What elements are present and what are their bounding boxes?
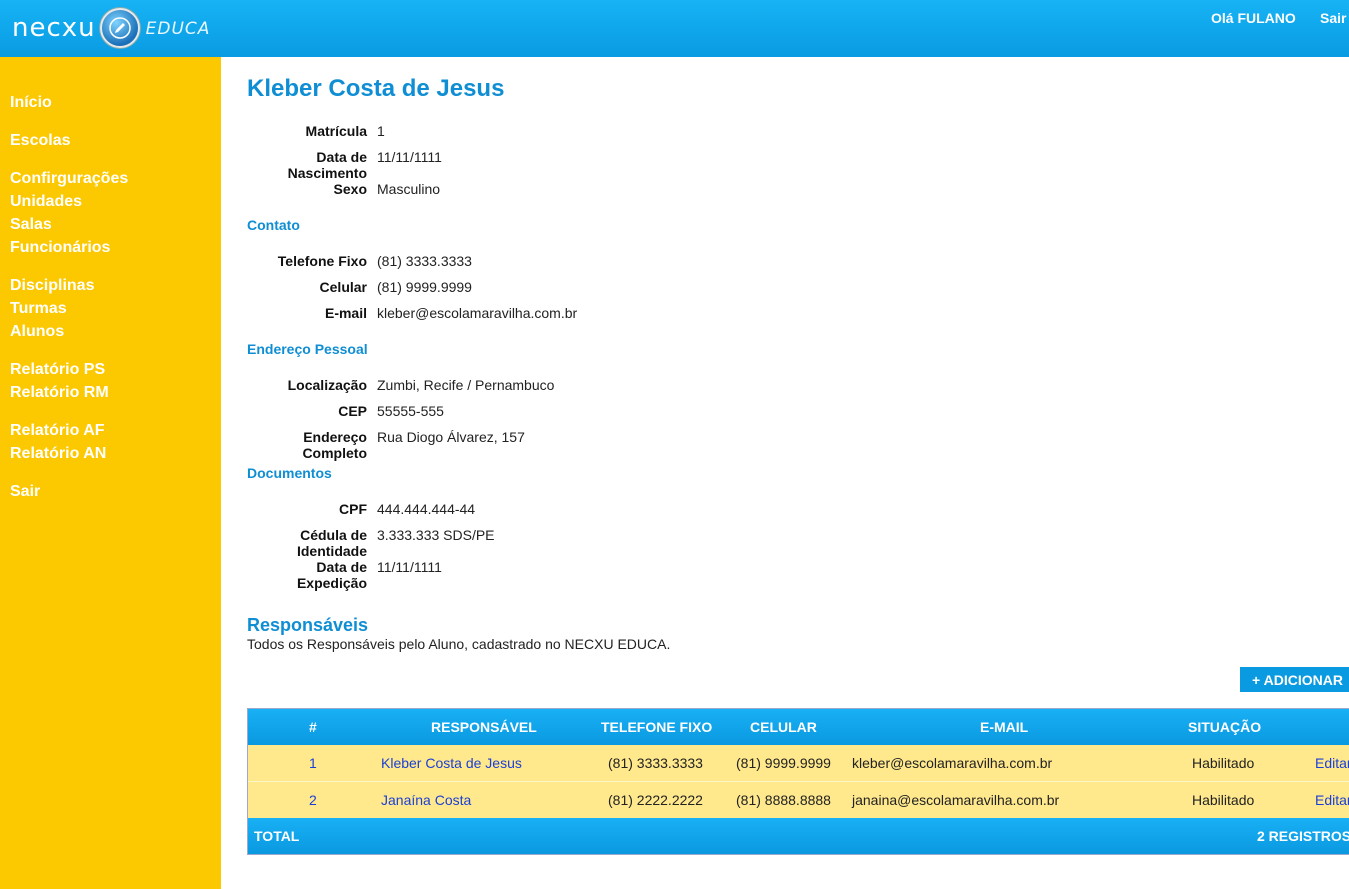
table-row: 1 Kleber Costa de Jesus (81) 3333.3333 (… bbox=[248, 745, 1349, 781]
sidebar-item-unidades[interactable]: Unidades bbox=[10, 193, 82, 211]
page-title: Kleber Costa de Jesus bbox=[247, 75, 505, 102]
field-label-telefone: Telefone Fixo bbox=[277, 253, 367, 269]
field-label-celular: Celular bbox=[319, 279, 367, 295]
top-header: necxu EDUCA Olá FULANO Sair bbox=[0, 0, 1349, 57]
field-label-data-nascimento: Data de Nascimento bbox=[287, 149, 367, 181]
column-header-email[interactable]: E-MAIL bbox=[980, 709, 1028, 745]
cell-telefone: (81) 2222.2222 bbox=[608, 792, 703, 808]
section-description: Todos os Responsáveis pelo Aluno, cadast… bbox=[247, 636, 671, 652]
responsaveis-table: # RESPONSÁVEL TELEFONE FIXO CELULAR E-MA… bbox=[247, 708, 1349, 855]
cell-celular: (81) 8888.8888 bbox=[736, 792, 831, 808]
sidebar: Início Escolas Confirgurações Unidades S… bbox=[0, 57, 221, 889]
column-header-situacao[interactable]: SITUAÇÃO bbox=[1188, 709, 1261, 745]
table-footer-row: TOTAL 2 REGISTROS bbox=[248, 818, 1349, 854]
sidebar-item-sair[interactable]: Sair bbox=[10, 483, 40, 501]
footer-record-count: 2 REGISTROS bbox=[1257, 828, 1349, 844]
row-number-link[interactable]: 1 bbox=[309, 745, 317, 781]
section-title-responsaveis: Responsáveis bbox=[247, 615, 369, 635]
section-title-contato: Contato bbox=[247, 217, 300, 233]
sidebar-item-alunos[interactable]: Alunos bbox=[10, 323, 64, 341]
sidebar-item-inicio[interactable]: Início bbox=[10, 94, 52, 112]
column-header-telefone[interactable]: TELEFONE FIXO bbox=[601, 709, 712, 745]
field-label-endereco-completo: Endereço Completo bbox=[302, 429, 367, 461]
field-value-email: kleber@escolamaravilha.com.br bbox=[377, 305, 578, 321]
field-value-identidade: 3.333.333 SDS/PE bbox=[377, 527, 495, 543]
sidebar-item-disciplinas[interactable]: Disciplinas bbox=[10, 277, 94, 295]
field-value-matricula: 1 bbox=[377, 123, 385, 139]
app-logo[interactable]: necxu EDUCA bbox=[12, 6, 210, 50]
field-label-cep: CEP bbox=[338, 403, 367, 419]
field-label-cpf: CPF bbox=[339, 501, 367, 517]
field-value-endereco-completo: Rua Diogo Álvarez, 157 bbox=[377, 429, 525, 445]
table-row: 2 Janaína Costa (81) 2222.2222 (81) 8888… bbox=[248, 781, 1349, 818]
column-header-number[interactable]: # bbox=[309, 709, 317, 745]
cell-email: janaina@escolamaravilha.com.br bbox=[852, 792, 1060, 808]
field-value-telefone: (81) 3333.3333 bbox=[377, 253, 472, 269]
sidebar-item-relatorio-an[interactable]: Relatório AN bbox=[10, 445, 106, 463]
sidebar-item-relatorio-af[interactable]: Relatório AF bbox=[10, 422, 105, 440]
table-header-row: # RESPONSÁVEL TELEFONE FIXO CELULAR E-MA… bbox=[248, 709, 1349, 745]
logo-subtitle: EDUCA bbox=[145, 19, 211, 39]
responsavel-name-link[interactable]: Kleber Costa de Jesus bbox=[381, 745, 522, 781]
sidebar-item-relatorio-rm[interactable]: Relatório RM bbox=[10, 384, 109, 402]
cell-celular: (81) 9999.9999 bbox=[736, 755, 831, 771]
responsavel-name-link[interactable]: Janaína Costa bbox=[381, 782, 471, 818]
section-title-documentos: Documentos bbox=[247, 465, 332, 481]
field-value-cpf: 444.444.444-44 bbox=[377, 501, 476, 517]
add-responsavel-button[interactable]: + ADICIONAR bbox=[1240, 667, 1349, 692]
pencil-icon bbox=[99, 8, 140, 48]
status-badge: Habilitado bbox=[1192, 755, 1255, 771]
sidebar-item-funcionarios[interactable]: Funcionários bbox=[10, 239, 110, 257]
cell-telefone: (81) 3333.3333 bbox=[608, 755, 703, 771]
sidebar-item-relatorio-ps[interactable]: Relatório PS bbox=[10, 361, 105, 379]
field-label-localizacao: Localização bbox=[287, 377, 367, 393]
field-label-identidade: Cédula de Identidade bbox=[296, 527, 367, 559]
row-number-link[interactable]: 2 bbox=[309, 782, 317, 818]
user-greeting: Olá FULANO bbox=[1211, 10, 1296, 26]
sidebar-item-escolas[interactable]: Escolas bbox=[10, 132, 70, 150]
field-value-data-expedicao: 11/11/1111 bbox=[377, 559, 442, 575]
section-title-endereco: Endereço Pessoal bbox=[247, 341, 368, 357]
edit-link[interactable]: Editar bbox=[1315, 782, 1349, 818]
field-value-data-nascimento: 11/11/1111 bbox=[377, 149, 442, 165]
footer-total-label: TOTAL bbox=[254, 828, 300, 844]
field-label-data-expedicao: Data de Expedição bbox=[296, 559, 367, 591]
field-label-sexo: Sexo bbox=[333, 181, 367, 197]
field-value-celular: (81) 9999.9999 bbox=[377, 279, 472, 295]
edit-link[interactable]: Editar bbox=[1315, 745, 1349, 781]
cell-email: kleber@escolamaravilha.com.br bbox=[852, 755, 1053, 771]
column-header-celular[interactable]: CELULAR bbox=[750, 709, 817, 745]
status-badge: Habilitado bbox=[1192, 792, 1255, 808]
sidebar-item-turmas[interactable]: Turmas bbox=[10, 300, 67, 318]
sidebar-item-configuracoes[interactable]: Confirgurações bbox=[10, 170, 128, 188]
field-value-localizacao: Zumbi, Recife / Pernambuco bbox=[377, 377, 555, 393]
field-label-matricula: Matrícula bbox=[305, 123, 367, 139]
field-value-cep: 55555-555 bbox=[377, 403, 444, 419]
field-value-sexo: Masculino bbox=[377, 181, 441, 197]
logo-text: necxu bbox=[12, 13, 96, 43]
logout-link[interactable]: Sair bbox=[1320, 10, 1346, 26]
sidebar-item-salas[interactable]: Salas bbox=[10, 216, 52, 234]
field-label-email: E-mail bbox=[324, 305, 367, 321]
column-header-responsavel[interactable]: RESPONSÁVEL bbox=[431, 709, 537, 745]
